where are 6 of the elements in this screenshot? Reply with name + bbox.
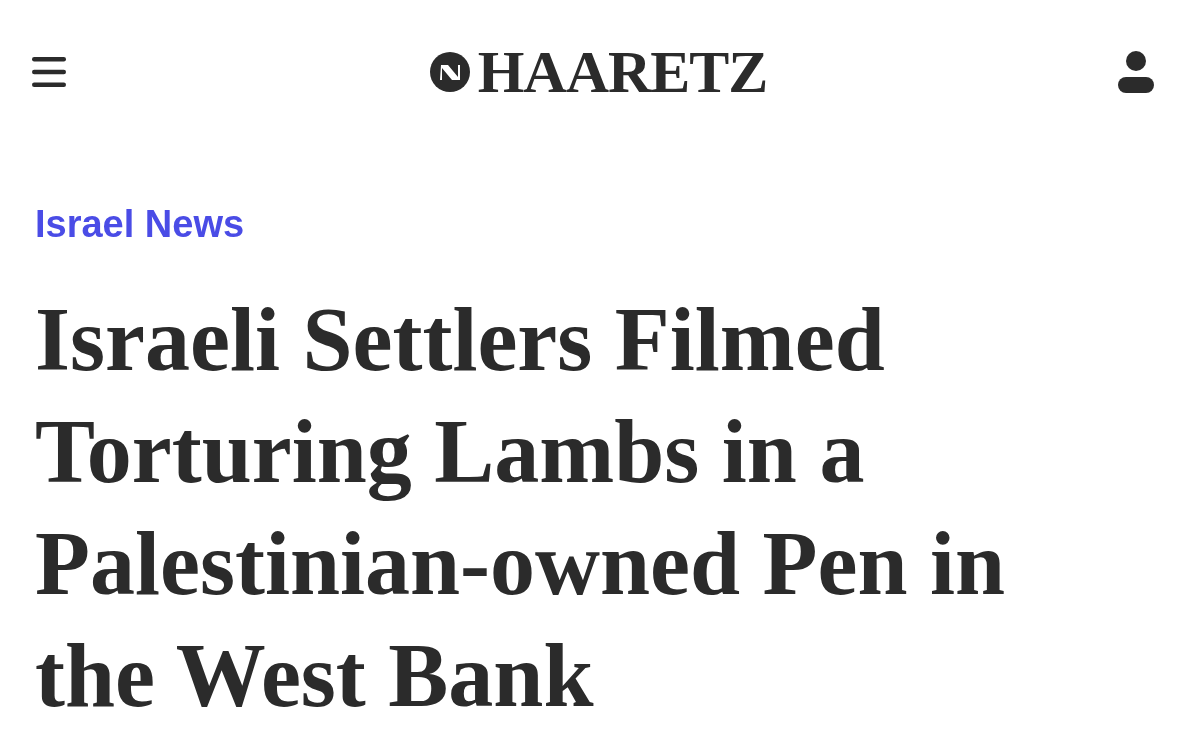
- menu-icon[interactable]: [32, 57, 66, 87]
- section-link[interactable]: Israel News: [35, 202, 245, 246]
- logo-emblem-icon: [429, 52, 470, 92]
- headline: Israeli Settlers Filmed Torturing Lambs in a Palestinian-owned Pen in the West Bank: [35, 289, 1007, 727]
- account-icon[interactable]: [1117, 51, 1155, 93]
- logo-link[interactable]: HAARETZ: [429, 42, 768, 102]
